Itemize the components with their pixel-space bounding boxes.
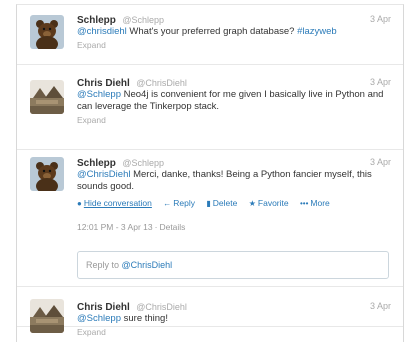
tweet-timestamp[interactable]: 3 Apr [370,156,391,168]
tweet-datetime: 12:01 PM - 3 Apr 13 [77,222,153,232]
expand-link[interactable]: Expand [77,327,393,338]
trash-icon: ▮ [206,199,211,208]
hide-conversation-link[interactable]: ● Hide conversation [77,198,152,208]
tweet-text: @Schlepp Neo4j is convenient for me give… [77,89,393,113]
tweet-text: @Schlepp sure thing! [77,313,393,325]
mention-link[interactable]: @chrisdiehl [77,26,127,37]
tweet-content: Schlepp @Schlepp 3 Apr @ChrisDiehl Merci… [77,156,393,233]
more-label: More [310,198,330,208]
tweet-header: Chris Diehl @ChrisDiehl 3 Apr [77,300,393,313]
conversation-icon: ● [77,199,82,208]
reply-button[interactable]: ← Reply [163,198,195,208]
details-link[interactable]: Details [159,222,185,232]
reply-placeholder: Reply to @ChrisDiehl [86,260,172,270]
meta-separator: · [154,222,158,232]
tweet-header: Schlepp @Schlepp 3 Apr [77,13,393,26]
tweet-item[interactable]: Chris Diehl @ChrisDiehl 3 Apr @Schlepp s… [17,286,403,344]
user-fullname[interactable]: Schlepp [77,158,116,169]
tweet-item[interactable]: Chris Diehl @ChrisDiehl 3 Apr @Schlepp N… [17,66,403,150]
tweet-body: sure thing! [120,313,168,324]
reply-input[interactable]: Reply to @ChrisDiehl [77,251,389,279]
tweet-timeline: Schlepp @Schlepp 3 Apr @chrisdiehl What'… [16,4,404,342]
tweet-content: Schlepp @Schlepp 3 Apr @chrisdiehl What'… [77,13,393,51]
tweet-content: Chris Diehl @ChrisDiehl 3 Apr @Schlepp s… [77,300,393,338]
favorite-button[interactable]: ★ Favorite [249,198,289,208]
landscape-avatar[interactable] [30,299,64,333]
user-username[interactable]: @ChrisDiehl [136,78,187,88]
delete-button[interactable]: ▮ Delete [206,198,237,208]
user-username[interactable]: @Schlepp [122,15,164,25]
tweet-body: Neo4j is convenient for me given I basic… [77,89,384,112]
tweet-item[interactable]: Schlepp @Schlepp 3 Apr @chrisdiehl What'… [17,5,403,65]
bear-avatar[interactable] [30,157,64,191]
star-icon: ★ [248,199,256,208]
tweet-body: What's your preferred graph database? [126,26,298,37]
hide-conversation-label: Hide conversation [83,198,152,208]
user-username[interactable]: @Schlepp [122,158,164,168]
delete-label: Delete [212,198,238,208]
mention-link[interactable]: @Schlepp [77,89,121,100]
tweet-header: Schlepp @Schlepp 3 Apr [77,156,393,169]
user-fullname[interactable]: Schlepp [77,15,116,26]
user-fullname[interactable]: Chris Diehl [77,78,130,89]
expand-link[interactable]: Expand [77,40,393,51]
more-dots-icon: ••• [300,199,309,208]
tweet-timestamp[interactable]: 3 Apr [370,13,391,25]
reply-prefix: Reply to [86,260,122,270]
mention-link[interactable]: @ChrisDiehl [77,169,130,180]
tweet-actions: ● Hide conversation ← Reply ▮ Delete ★ Favor… [77,197,393,209]
hashtag-link[interactable]: #lazyweb [297,26,337,37]
user-username[interactable]: @ChrisDiehl [136,302,187,312]
user-fullname[interactable]: Chris Diehl [77,302,130,313]
tweet-text: @ChrisDiehl Merci, danke, thanks! Being … [77,169,393,193]
reply-label: Reply [173,198,195,208]
tweet-text: @chrisdiehl What's your preferred graph … [77,26,393,38]
landscape-avatar[interactable] [30,80,64,114]
tweet-header: Chris Diehl @ChrisDiehl 3 Apr [77,76,393,89]
tweet-meta: 12:01 PM - 3 Apr 13 · Details [77,222,393,233]
tweet-timestamp[interactable]: 3 Apr [370,76,391,88]
more-button[interactable]: ••• More [300,198,330,208]
bear-avatar[interactable] [30,15,64,49]
reply-mention: @ChrisDiehl [121,260,173,270]
tweet-content: Chris Diehl @ChrisDiehl 3 Apr @Schlepp N… [77,76,393,126]
expand-link[interactable]: Expand [77,115,393,126]
mention-link[interactable]: @Schlepp [77,313,121,324]
favorite-label: Favorite [257,198,289,208]
tweet-timestamp[interactable]: 3 Apr [370,300,391,312]
reply-icon: ← [163,199,172,208]
